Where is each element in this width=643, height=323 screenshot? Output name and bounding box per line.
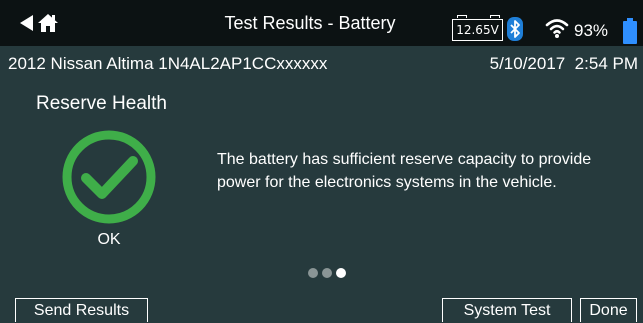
page-dot-1[interactable] [308,268,318,278]
vehicle-info: 2012 Nissan Altima 1N4AL2AP1CCxxxxxx [8,54,328,73]
done-button[interactable]: Done [580,298,637,322]
home-icon[interactable] [37,12,59,34]
bluetooth-icon [507,17,523,41]
back-arrow-icon[interactable] [20,15,33,31]
wifi-icon [545,19,569,38]
voltage-terminal-right [490,15,500,18]
section-title: Reserve Health [36,93,167,114]
screen-title: Test Results - Battery [224,13,396,33]
battery-level-icon [623,18,637,44]
result-description: The battery has sufficient reserve capac… [217,151,592,191]
page-indicator [308,268,346,278]
page-dot-2[interactable] [322,268,332,278]
page-dot-3[interactable] [336,268,346,278]
voltage-terminal-left [457,15,467,18]
check-circle-icon [62,130,156,224]
status-label: OK [97,231,121,248]
send-results-button[interactable]: Send Results [15,298,148,322]
system-test-button[interactable]: System Test [442,298,572,322]
top-bar: Test Results - Battery 12.65V 93% [0,0,643,46]
voltage-readout: 12.65V [452,19,503,41]
battery-percent: 93% [574,21,609,40]
test-datetime: 5/10/2017 2:54 PM [489,54,638,73]
